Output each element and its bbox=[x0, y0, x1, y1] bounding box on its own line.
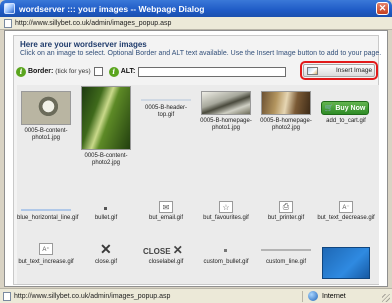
insert-image-highlight: Insert Image bbox=[300, 61, 378, 80]
bird-photo-thumbnail bbox=[21, 91, 71, 125]
panel-instructions: Click on an image to select. Optional Bo… bbox=[20, 50, 382, 57]
custom-bullet-icon bbox=[224, 249, 227, 252]
image-filename: but_text_increase.gif bbox=[18, 259, 74, 265]
close-x-icon: ✕ bbox=[172, 243, 183, 257]
image-tile[interactable]: 0005-B-homepage-photo2.jpg bbox=[257, 85, 315, 180]
leaf-photo-thumbnail bbox=[81, 86, 131, 150]
image-tile[interactable]: 0005-B-homepage-photo1.jpg bbox=[197, 85, 255, 180]
image-filename: bullet.gif bbox=[94, 215, 118, 221]
resize-grip[interactable] bbox=[382, 294, 390, 302]
image-tile[interactable]: ✕ close.gif bbox=[77, 241, 135, 284]
image-filename: 0005-B-homepage-photo1.jpg bbox=[200, 118, 252, 131]
border-label: Border: bbox=[28, 68, 54, 75]
text-increase-icon: A⁺ bbox=[39, 243, 53, 255]
image-grid: 0005-B-content-photo1.jpg 0005-B-content… bbox=[17, 85, 379, 284]
bullet-icon bbox=[104, 207, 107, 210]
image-filename: 0005-B-homepage-photo2.jpg bbox=[260, 118, 312, 131]
address-url: http://www.sillybet.co.uk/admin/images_p… bbox=[15, 19, 172, 27]
image-tile[interactable]: 0005-B-content-photo2.jpg bbox=[77, 85, 135, 180]
image-filename: add_to_cart.gif bbox=[326, 118, 366, 124]
info-icon: i bbox=[16, 66, 26, 77]
security-zone: Internet bbox=[322, 292, 346, 300]
image-tile[interactable]: A⁺ but_text_increase.gif bbox=[17, 241, 75, 284]
image-tile[interactable]: blue_horizontal_line.gif bbox=[17, 201, 79, 239]
close-label-thumbnail: CLOSE ✕ bbox=[143, 243, 183, 257]
image-filename: close.gif bbox=[94, 259, 117, 265]
insert-toolbar: i Border: (tick for yes) i ALT: Insert I… bbox=[16, 61, 378, 80]
title-bar: wordserver ::: your images -- Webpage Di… bbox=[0, 0, 392, 17]
image-filename: 0005-B-header-top.gif bbox=[144, 105, 188, 118]
border-checkbox[interactable] bbox=[93, 67, 103, 76]
info-icon: i bbox=[108, 66, 119, 77]
image-tile[interactable]: custom_bullet.gif bbox=[197, 241, 255, 284]
status-bar: http://www.sillybet.co.uk/admin/images_p… bbox=[0, 288, 392, 303]
horizontal-line-thumbnail bbox=[21, 209, 71, 211]
window-title: wordserver ::: your images -- Webpage Di… bbox=[19, 3, 205, 14]
cart-icon: 🛒 bbox=[324, 105, 334, 112]
status-url: http://www.sillybet.co.uk/admin/images_p… bbox=[14, 292, 171, 300]
image-tile[interactable]: custom_line.gif bbox=[257, 241, 315, 284]
bark-photo-thumbnail bbox=[261, 91, 311, 115]
panel-header: Here are your wordserver images Click on… bbox=[20, 40, 382, 57]
tree-photo-thumbnail bbox=[201, 91, 251, 115]
address-bar: http://www.sillybet.co.uk/admin/images_p… bbox=[0, 17, 392, 30]
image-filename: closelabel.gif bbox=[148, 259, 184, 265]
image-filename: but_printer.gif bbox=[267, 215, 305, 221]
blue-square-thumbnail bbox=[322, 247, 370, 279]
image-filename: but_favourites.gif bbox=[203, 215, 249, 221]
buy-now-thumbnail: 🛒 Buy Now bbox=[321, 101, 369, 115]
panel-title: Here are your wordserver images bbox=[20, 40, 147, 49]
image-tile[interactable]: ⎙ but_printer.gif bbox=[257, 201, 315, 239]
image-filename: 0005-B-content-photo1.jpg bbox=[24, 128, 68, 141]
image-filename: but_text_decrease.gif bbox=[317, 215, 375, 221]
image-tile[interactable]: 0005-B-content-photo1.jpg bbox=[17, 85, 75, 180]
image-tile[interactable]: 0005-B-header-top.gif bbox=[137, 85, 195, 180]
image-filename: 0005-B-content-photo2.jpg bbox=[84, 153, 128, 166]
image-tile[interactable]: ✉ but_email.gif bbox=[137, 201, 195, 239]
status-separator bbox=[302, 290, 303, 302]
star-icon: ☆ bbox=[219, 201, 233, 213]
image-tile[interactable]: A⁻ but_text_decrease.gif bbox=[317, 201, 375, 239]
image-tile[interactable]: bullet.gif bbox=[77, 201, 135, 239]
image-tile[interactable] bbox=[317, 241, 375, 284]
close-label-text: CLOSE bbox=[143, 247, 171, 256]
image-filename: custom_line.gif bbox=[265, 259, 307, 265]
buy-now-text: Buy Now bbox=[335, 104, 366, 112]
images-panel: Here are your wordserver images Click on… bbox=[13, 35, 382, 285]
close-window-button[interactable]: ✕ bbox=[376, 2, 389, 15]
image-tile[interactable]: 🛒 Buy Now add_to_cart.gif bbox=[317, 85, 375, 180]
close-x-icon: ✕ bbox=[100, 241, 112, 257]
image-tile[interactable]: ☆ but_favourites.gif bbox=[197, 201, 255, 239]
ie-window-icon bbox=[4, 3, 15, 14]
printer-icon: ⎙ bbox=[279, 201, 293, 213]
insert-image-label: Insert Image bbox=[336, 67, 373, 74]
alt-label: ALT: bbox=[120, 68, 136, 75]
image-filename: blue_horizontal_line.gif bbox=[17, 215, 79, 221]
page-icon bbox=[3, 291, 11, 301]
alt-text-input[interactable] bbox=[138, 66, 287, 77]
dialog-content: Here are your wordserver images Click on… bbox=[4, 30, 388, 287]
custom-line-thumbnail bbox=[261, 249, 311, 251]
image-tile[interactable]: CLOSE ✕ closelabel.gif bbox=[137, 241, 195, 284]
globe-icon bbox=[308, 291, 318, 301]
insert-image-button[interactable]: Insert Image bbox=[303, 64, 375, 77]
image-filename: but_email.gif bbox=[148, 215, 184, 221]
image-icon bbox=[307, 66, 318, 75]
header-strip-thumbnail bbox=[141, 99, 191, 101]
text-decrease-icon: A⁻ bbox=[339, 201, 353, 213]
border-hint: (tick for yes) bbox=[55, 68, 91, 75]
email-icon: ✉ bbox=[159, 201, 173, 213]
page-icon bbox=[4, 18, 12, 28]
image-filename: custom_bullet.gif bbox=[203, 259, 249, 265]
